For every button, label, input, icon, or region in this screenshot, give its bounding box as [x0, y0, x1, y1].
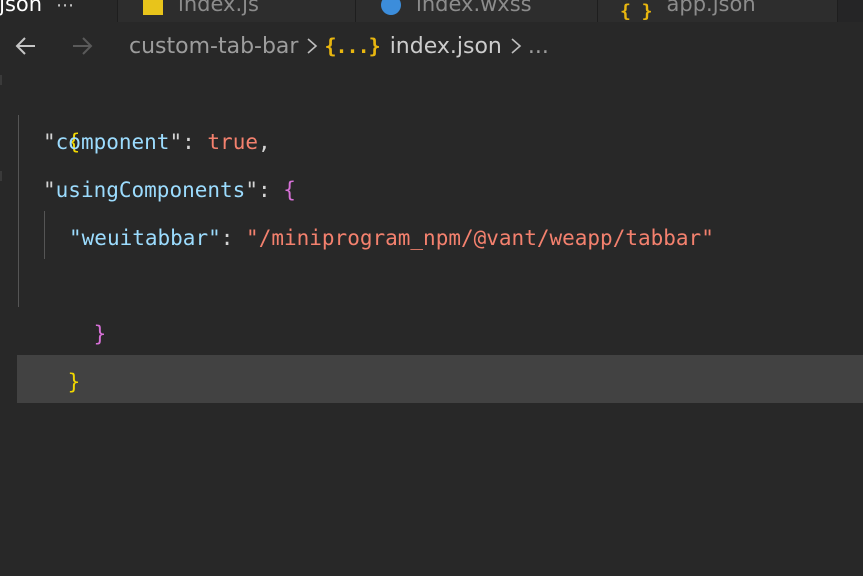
breadcrumb-more[interactable]: ...	[528, 34, 549, 59]
js-icon	[143, 0, 163, 15]
tab-json-active[interactable]: x.json ⋯	[0, 0, 118, 22]
code-line-6: }	[17, 310, 81, 394]
forward-button[interactable]	[69, 33, 95, 59]
wxss-icon	[381, 0, 401, 15]
json-key: usingComponents	[55, 178, 246, 202]
indent-guide	[44, 211, 45, 259]
close-brace: }	[67, 370, 81, 394]
chevron-right-icon	[510, 37, 522, 55]
json-icon: { }	[620, 1, 653, 22]
tab-label: index.wxss	[416, 0, 532, 16]
json-value: true	[207, 130, 258, 154]
tab-label: app.json	[666, 0, 756, 16]
open-brace: {	[283, 178, 296, 202]
close-brace: }	[93, 322, 107, 346]
more-icon[interactable]: ⋯	[56, 0, 74, 16]
json-key: weuitabbar	[81, 226, 209, 250]
breadcrumb: custom-tab-bar {...} index.json ...	[129, 34, 549, 59]
code-line-1: {	[17, 70, 81, 154]
breadcrumb-file[interactable]: index.json	[390, 34, 502, 59]
chevron-right-icon	[306, 37, 318, 55]
arrow-right-icon	[73, 37, 93, 55]
tab-label: x.json	[0, 0, 43, 16]
editor-tab-bar: x.json ⋯ index.js index.wxss { } app.json	[0, 0, 863, 22]
tab-index-js[interactable]: index.js	[118, 0, 356, 22]
tab-app-json[interactable]: { } app.json	[598, 0, 838, 22]
json-key: component	[55, 130, 170, 154]
code-editor[interactable]: { "component": true, "usingComponents": …	[0, 70, 863, 576]
gutter-marker	[0, 171, 2, 181]
json-file-icon: {...}	[324, 34, 380, 58]
breadcrumb-bar: custom-tab-bar {...} index.json ...	[0, 22, 863, 70]
code-line-2: "component": true,	[43, 130, 271, 154]
code-line-5: }	[43, 262, 107, 346]
json-value: "/miniprogram_npm/@vant/weapp/tabbar"	[246, 226, 714, 250]
gutter-marker	[0, 75, 2, 85]
back-button[interactable]	[13, 33, 39, 59]
arrow-left-icon	[15, 37, 35, 55]
tab-index-wxss[interactable]: index.wxss	[356, 0, 598, 22]
breadcrumb-folder[interactable]: custom-tab-bar	[129, 34, 298, 59]
code-line-4: "weuitabbar": "/miniprogram_npm/@vant/we…	[69, 226, 714, 250]
current-line-highlight	[17, 355, 863, 403]
code-line-3: "usingComponents": {	[43, 178, 296, 202]
tab-label: index.js	[178, 0, 259, 16]
